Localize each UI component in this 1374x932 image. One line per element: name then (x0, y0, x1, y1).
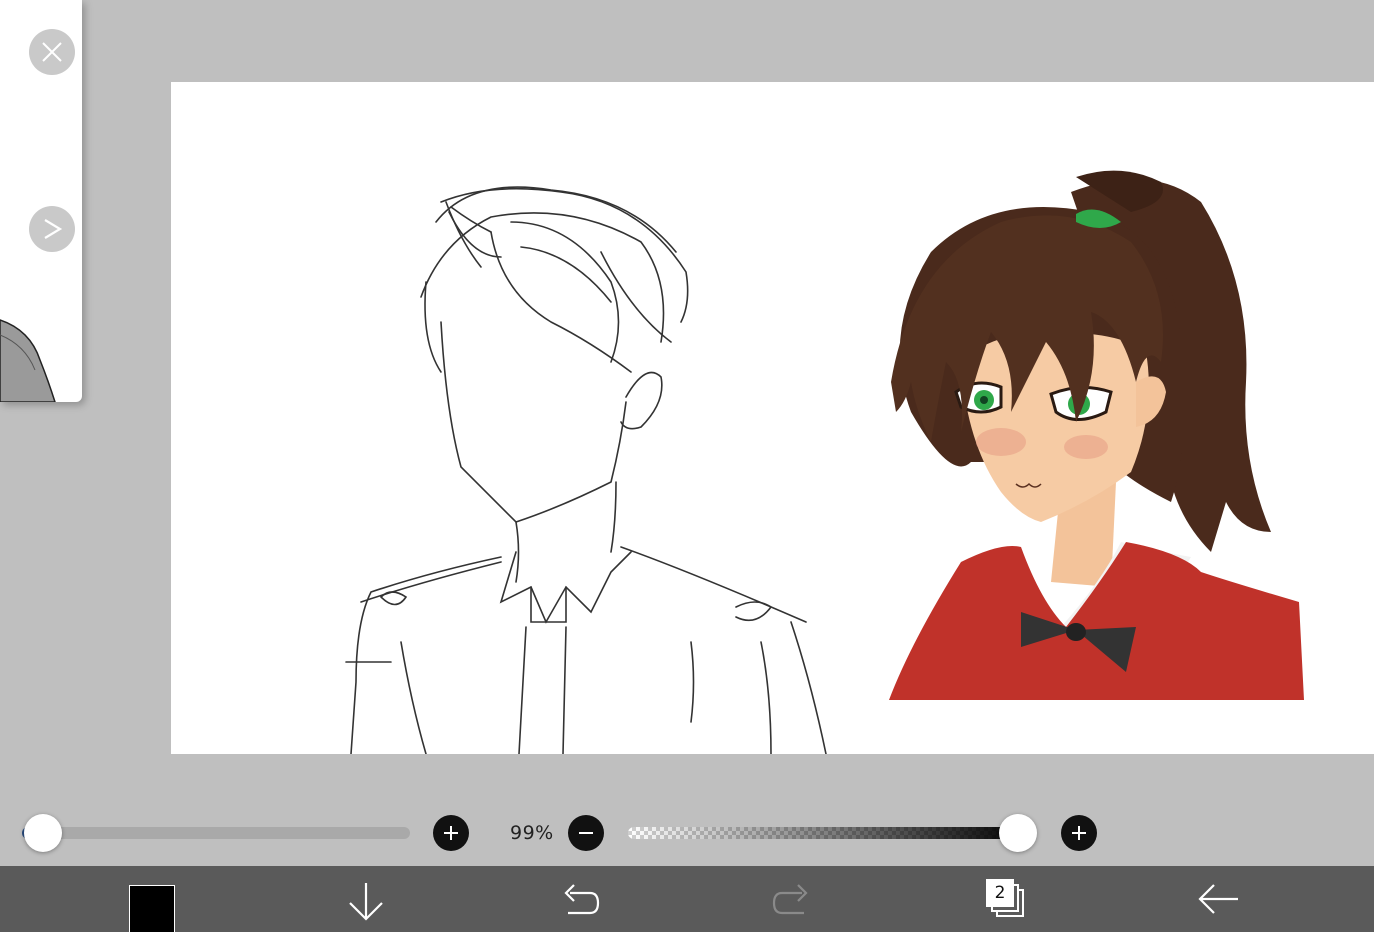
color-swatch[interactable] (129, 885, 175, 932)
opacity-slider[interactable] (628, 827, 1028, 839)
undo-icon (564, 884, 600, 915)
close-icon (42, 42, 62, 62)
save-button[interactable] (340, 866, 392, 932)
opacity-value-label: 99% (510, 822, 554, 844)
chevron-right-icon (44, 219, 63, 239)
opacity-handle[interactable] (999, 814, 1037, 852)
reference-panel (0, 0, 82, 402)
redo-button[interactable] (766, 866, 818, 932)
undo-button[interactable] (554, 866, 606, 932)
increase-size-button[interactable] (433, 815, 469, 851)
back-button[interactable] (1192, 866, 1244, 932)
minus-icon (579, 832, 593, 834)
brush-size-handle[interactable] (24, 814, 62, 852)
colored-figure (889, 170, 1304, 700)
increase-opacity-button[interactable] (1061, 815, 1097, 851)
bottom-toolbar: 2 (0, 866, 1374, 932)
decrease-opacity-button[interactable] (568, 815, 604, 851)
layers-icon: 2 (986, 879, 1026, 919)
artwork (345, 170, 1304, 754)
layer-count: 2 (994, 883, 1006, 903)
next-reference-button[interactable] (29, 206, 75, 252)
layers-button[interactable]: 2 (980, 866, 1032, 932)
brush-size-slider[interactable] (22, 827, 410, 839)
close-reference-button[interactable] (29, 29, 75, 75)
redo-icon (772, 884, 808, 915)
plus-icon (1072, 826, 1086, 840)
download-icon (349, 883, 383, 921)
sketch-figure (345, 186, 827, 754)
plus-icon (444, 826, 458, 840)
back-icon (1198, 884, 1238, 914)
drawing-canvas[interactable] (171, 82, 1374, 754)
